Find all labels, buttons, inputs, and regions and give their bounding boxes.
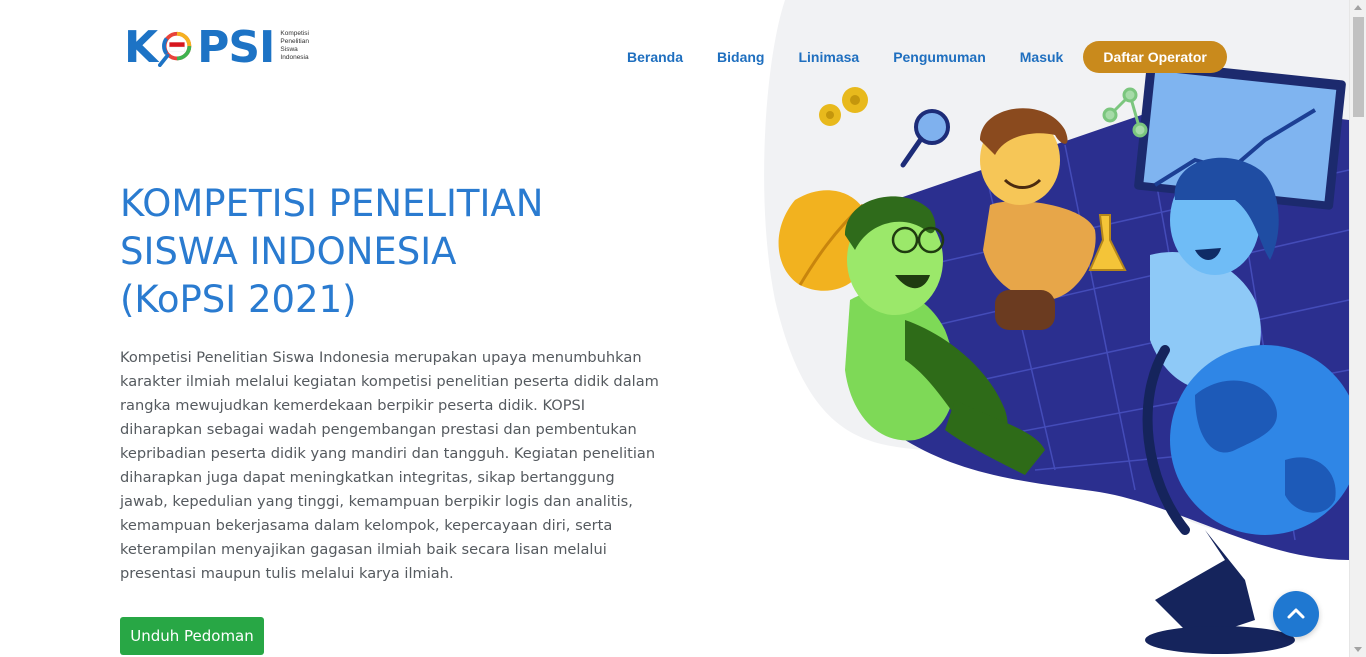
logo-subtitle-line: Siswa bbox=[280, 46, 298, 53]
scrollbar-thumb[interactable] bbox=[1353, 17, 1364, 117]
logo-subtitle-line: Indonesia bbox=[280, 54, 309, 61]
logo-letters-psi: PSI bbox=[197, 22, 275, 73]
nav-link-masuk[interactable]: Masuk bbox=[1003, 49, 1081, 65]
page-title-line: KOMPETISI PENELITIAN bbox=[120, 182, 544, 225]
download-guide-button[interactable]: Unduh Pedoman bbox=[120, 617, 264, 655]
nav-link-pengumuman[interactable]: Pengumuman bbox=[876, 49, 1003, 65]
page-title: KOMPETISI PENELITIAN SISWA INDONESIA (Ko… bbox=[120, 180, 640, 324]
page-title-line: (KoPSI 2021) bbox=[120, 278, 357, 321]
chevron-up-icon bbox=[1287, 608, 1305, 619]
logo-subtitle-line: Penelitian bbox=[280, 38, 309, 45]
hero-description: Kompetisi Penelitian Siswa Indonesia mer… bbox=[120, 349, 659, 582]
main-nav: Beranda Bidang Linimasa Pengumuman Masuk… bbox=[610, 41, 1227, 73]
nav-link-bidang[interactable]: Bidang bbox=[700, 49, 781, 65]
nav-link-beranda[interactable]: Beranda bbox=[610, 49, 700, 65]
logo-letter-k: K bbox=[124, 22, 158, 73]
logo-subtitle-line: Kompetisi bbox=[280, 30, 309, 37]
scroll-up-arrow-icon[interactable] bbox=[1354, 5, 1362, 10]
magnifier-icon bbox=[158, 31, 192, 67]
logo-wordmark: K PSI bbox=[124, 22, 275, 73]
register-operator-button[interactable]: Daftar Operator bbox=[1083, 41, 1227, 73]
back-to-top-button[interactable] bbox=[1273, 591, 1319, 637]
logo-subtitle: Kompetisi Penelitian Siswa Indonesia bbox=[280, 30, 309, 62]
scroll-down-arrow-icon[interactable] bbox=[1354, 647, 1362, 652]
page-scrollbar[interactable] bbox=[1349, 0, 1366, 657]
site-logo[interactable]: K PSI Kompetisi Penelitian Siswa Indones… bbox=[124, 26, 309, 88]
hero-illustration bbox=[764, 0, 1349, 654]
page-title-line: SISWA INDONESIA bbox=[120, 230, 457, 273]
nav-link-linimasa[interactable]: Linimasa bbox=[781, 49, 876, 65]
